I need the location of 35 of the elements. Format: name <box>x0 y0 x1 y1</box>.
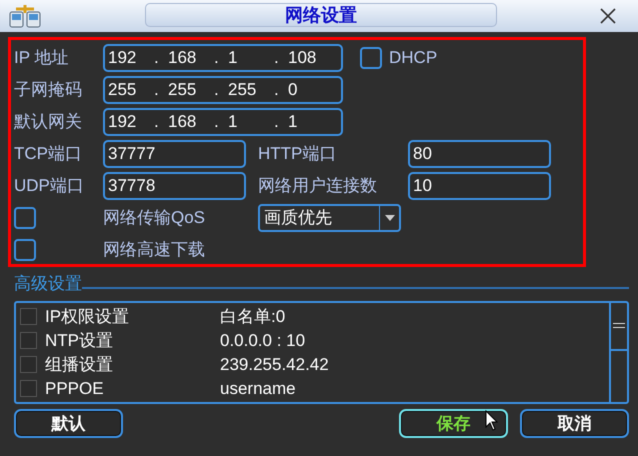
field-label: TCP端口 <box>14 143 83 166</box>
gateway-field[interactable]: 192 . 168 . 1 . 1 <box>103 108 343 136</box>
dhcp-checkbox[interactable] <box>360 47 382 69</box>
cancel-button[interactable]: 取消 <box>520 408 629 438</box>
ip-address-field[interactable]: 192 . 168 . 1 . 108 <box>103 44 343 72</box>
field-label: UDP端口 <box>14 175 85 198</box>
mouse-cursor-icon <box>485 410 499 432</box>
close-icon[interactable] <box>600 8 616 24</box>
list-item[interactable]: NTP设置 0.0.0.0 : 10 <box>16 328 609 352</box>
port-field[interactable]: 37777 <box>103 140 246 168</box>
save-button[interactable]: 保存 <box>399 408 508 438</box>
field-label: HTTP端口 <box>258 143 338 166</box>
checkbox-label: 网络高速下载 <box>103 239 205 262</box>
checkbox-label: DHCP <box>389 47 438 70</box>
qos-dropdown[interactable]: 画质优先 <box>258 204 401 232</box>
window-title: 网络设置 <box>145 3 497 27</box>
section-title: 高级设置 <box>14 273 82 295</box>
default-button[interactable]: 默认 <box>14 408 123 438</box>
subnet-mask-field[interactable]: 255 . 255 . 255 . 0 <box>103 76 343 104</box>
field-label: 默认网关 <box>14 111 83 134</box>
download-checkbox[interactable] <box>14 239 36 261</box>
dropdown-arrow-icon <box>384 215 394 221</box>
list-item[interactable]: PPPOE username <box>16 376 609 400</box>
list-item[interactable]: 组播设置 239.255.42.42 <box>16 352 609 376</box>
port-field[interactable]: 80 <box>408 140 551 168</box>
network-computers-icon <box>8 3 42 29</box>
field-label: IP 地址 <box>14 47 70 70</box>
qos-checkbox[interactable] <box>14 207 36 229</box>
checkbox-label: 网络传输QoS <box>103 207 206 230</box>
scrollbar[interactable] <box>609 302 627 402</box>
port-field[interactable]: 10 <box>408 172 551 200</box>
port-field[interactable]: 37778 <box>103 172 246 200</box>
field-label: 子网掩码 <box>14 79 83 102</box>
field-label: 网络用户连接数 <box>258 175 378 198</box>
list-item[interactable]: IP权限设置 白名单:0 <box>16 304 609 328</box>
